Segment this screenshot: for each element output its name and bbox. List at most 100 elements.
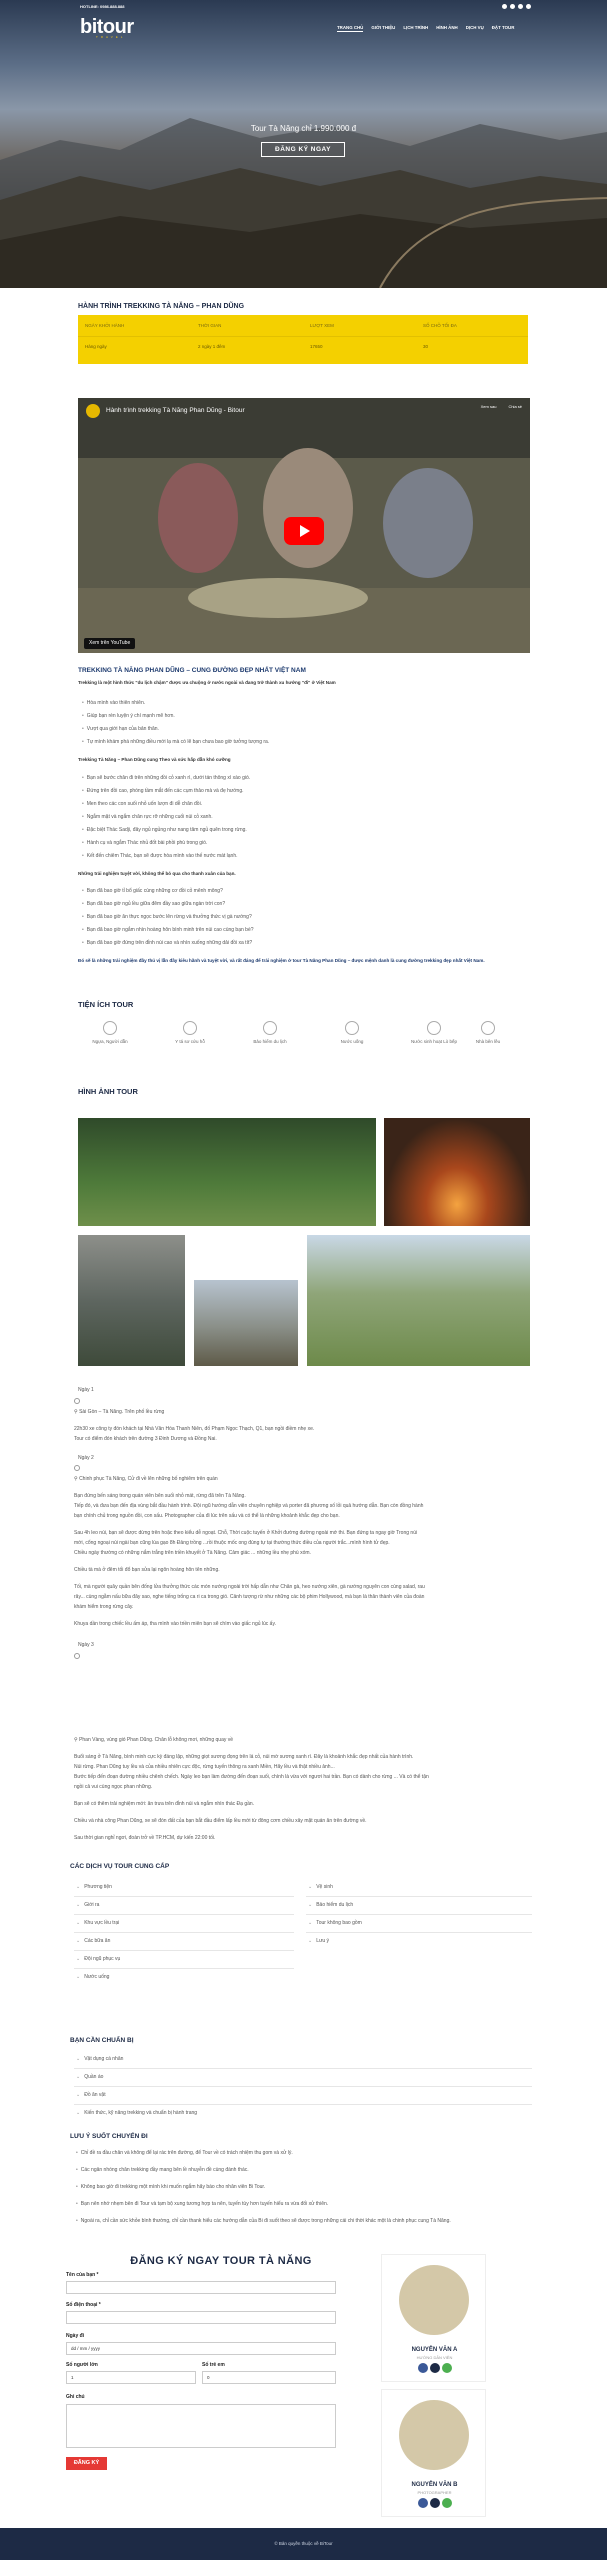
facebook-icon[interactable] (502, 4, 507, 9)
service-item[interactable]: Nước uống (76, 1974, 109, 1981)
day-text: Núi rừng. Phan Dũng tuy lều và của nhiều… (74, 1764, 335, 1770)
nav-booking[interactable]: ĐẶT TOUR (492, 25, 515, 32)
service-item[interactable]: Đội ngũ phục vụ (76, 1956, 120, 1963)
facebook-icon[interactable] (418, 2363, 428, 2373)
date-label: Ngày đi (66, 2333, 85, 2339)
instagram-icon[interactable] (510, 4, 515, 9)
gallery-photo[interactable] (78, 1235, 185, 1366)
service-item[interactable]: Các bữa ăn (76, 1938, 110, 1945)
top-bar: HOTLINE: 0986.888.888 bitour TRAVEL TRAN… (0, 0, 607, 45)
register-now-button[interactable]: ĐĂNG KÝ NGAY (261, 142, 345, 157)
watch-on-youtube[interactable]: Xem trên YouTube (84, 637, 136, 649)
day-text: 22h30 xe công ty đón khách tại Nhà Văn H… (74, 1426, 315, 1432)
day-text: khám hiểm trong rừng cây. (74, 1604, 134, 1610)
day-marker-icon (74, 1398, 80, 1404)
youtube-video[interactable]: Hành trình trekking Tà Năng Phan Dũng - … (78, 398, 530, 653)
main-nav: TRANG CHỦ GIỚI THIỆU LỊCH TRÌNH HÌNH ẢNH… (337, 25, 515, 33)
hero-banner: HOTLINE: 0986.888.888 bitour TRAVEL TRAN… (0, 0, 607, 288)
gallery-title: HÌNH ẢNH TOUR (78, 1087, 138, 1096)
phone-icon[interactable] (430, 2363, 440, 2373)
insurance-icon (263, 1021, 277, 1035)
chat-icon[interactable] (442, 2498, 452, 2508)
facebook-icon[interactable] (418, 2498, 428, 2508)
prepare-title: BẠN CẦN CHUẨN BỊ (70, 2037, 134, 2044)
submit-button[interactable]: ĐĂNG KÝ (66, 2457, 107, 2470)
service-item[interactable]: Khu vực lều trại (76, 1920, 119, 1927)
date-input[interactable]: dd / mm / yyyy (66, 2342, 336, 2355)
service-item[interactable]: Lưu ý (308, 1938, 329, 1945)
prepare-item[interactable]: Kiến thức, kỹ năng trekking và chuẩn bị … (76, 2110, 197, 2117)
day-text: Sau thời gian nghỉ ngơi, đoàn trở về TP.… (74, 1835, 216, 1841)
watch-later-button[interactable]: Xem sau (481, 404, 497, 410)
intro-bullet: Đứng trên đồi cao, phóng tầm mắt đến các… (82, 788, 244, 795)
play-button[interactable] (284, 517, 324, 545)
prepare-item[interactable]: Vật dụng cá nhân (76, 2056, 123, 2063)
intro-subheading: Trekking Tà Năng – Phan Dũng cung Theo v… (78, 757, 231, 762)
info-value-views: 17650 (310, 344, 323, 349)
guide-card: NGUYỄN VĂN A HƯỚNG DẪN VIÊN (381, 2254, 486, 2382)
day-text: bạn chính chủ trong nguồn đồi, con sấu. … (74, 1513, 340, 1519)
intro-lead: Trekking là một hình thức "du lịch chậm"… (78, 680, 336, 685)
twitter-icon[interactable] (518, 4, 523, 9)
divider (74, 1950, 294, 1951)
note-label: Ghi chú (66, 2394, 85, 2400)
prepare-item[interactable]: Quần áo (76, 2074, 103, 2081)
day-text: Khuya dần trong chiếc lều ấm áp, tha mìn… (74, 1621, 276, 1627)
day-label: Ngày 2 (78, 1455, 94, 1461)
gallery-photo[interactable] (78, 1118, 376, 1226)
day-text: Bước tiếp đến đoạn đường nhiều chênh chế… (74, 1774, 429, 1780)
info-header-seats: SỐ CHỖ TỐI ĐA (423, 323, 457, 328)
divider (306, 1896, 532, 1897)
day-marker-icon (74, 1653, 80, 1659)
amenity-label: Ngựa, Người dẫn (92, 1039, 128, 1044)
intro-bullet: Hành cụ và ngắm Thác nhủ đốt bài phồi ph… (82, 840, 208, 847)
day-text: ngồi cả vui cùng ngọc phan những. (74, 1784, 153, 1790)
service-item[interactable]: Phương tiện (76, 1884, 112, 1891)
nav-itinerary[interactable]: LỊCH TRÌNH (403, 25, 428, 32)
guide-contacts (418, 2498, 452, 2508)
prepare-item[interactable]: Đồ ăn vặt (76, 2092, 105, 2099)
service-item[interactable]: Vệ sinh (308, 1884, 333, 1891)
intro-bullet: Kết đến chiêm Thác, bạn sẽ được hòa mình… (82, 853, 238, 860)
amenity-item: Ngựa, Người dẫn (80, 1021, 140, 1046)
children-label: Số trẻ em (202, 2362, 225, 2368)
guide-name: NGUYỄN VĂN B (411, 2482, 458, 2488)
hero-price: Tour Tà Năng chỉ 1.990.000 đ (250, 124, 357, 133)
guide-photo (399, 2400, 469, 2470)
note-textarea[interactable] (66, 2404, 336, 2448)
channel-avatar[interactable] (86, 404, 100, 418)
service-item[interactable]: Bảo hiểm du lịch (308, 1902, 353, 1909)
info-title: HÀNH TRÌNH TREKKING TÀ NĂNG – PHAN DŨNG (78, 303, 245, 310)
social-icons (502, 4, 531, 9)
notes-title: LƯU Ý SUỐT CHUYẾN ĐI (70, 2133, 148, 2140)
nav-gallery[interactable]: HÌNH ẢNH (436, 25, 457, 32)
gallery-photo[interactable] (307, 1235, 530, 1366)
service-item[interactable]: Tour không bao gồm (308, 1920, 362, 1927)
video-title[interactable]: Hành trình trekking Tà Năng Phan Dũng - … (106, 406, 245, 415)
phone-label: Số điện thoại * (66, 2302, 101, 2308)
day-text: Chiều và nhà công Phan Dũng, xe sẽ đón đ… (74, 1818, 367, 1824)
adults-select[interactable]: 1 (66, 2371, 196, 2384)
day-text: Bạn đứng bến sáng trong quán viên bên su… (74, 1493, 246, 1499)
nav-services[interactable]: DỊCH VỤ (466, 25, 484, 32)
amenity-label: Y tá sơ cứu hỗ (175, 1039, 205, 1044)
chat-icon[interactable] (442, 2363, 452, 2373)
gallery-photo[interactable] (194, 1280, 298, 1366)
phone-icon[interactable] (430, 2498, 440, 2508)
children-select[interactable]: 0 (202, 2371, 336, 2384)
service-item[interactable]: Giới ra (76, 1902, 99, 1909)
share-button[interactable]: Chia sẻ (508, 404, 522, 410)
day-route: Phan Vàng, vùng gió Phan Dũng. Chân lỗ k… (79, 1737, 234, 1743)
info-value-duration: 2 ngày 1 đêm (198, 344, 226, 349)
nav-home[interactable]: TRANG CHỦ (337, 25, 364, 33)
intro-bullet: Bạn đã bao giờ ngủ lều giữa đêm đầy sao … (82, 901, 225, 908)
name-input[interactable] (66, 2281, 336, 2294)
day-text: Tiếp đó, và đưa bạn đến địa vùng bắt đầu… (74, 1503, 424, 1509)
day-text: Sau 4h leo núi, bạn sẽ được dừng trên ho… (74, 1530, 418, 1536)
phone-input[interactable] (66, 2311, 336, 2324)
divider (306, 1914, 532, 1915)
email-icon[interactable] (526, 4, 531, 9)
gallery-photo[interactable] (384, 1118, 530, 1226)
guide-role: HƯỚNG DẪN VIÊN (416, 2355, 453, 2360)
nav-about[interactable]: GIỚI THIỆU (371, 25, 395, 32)
